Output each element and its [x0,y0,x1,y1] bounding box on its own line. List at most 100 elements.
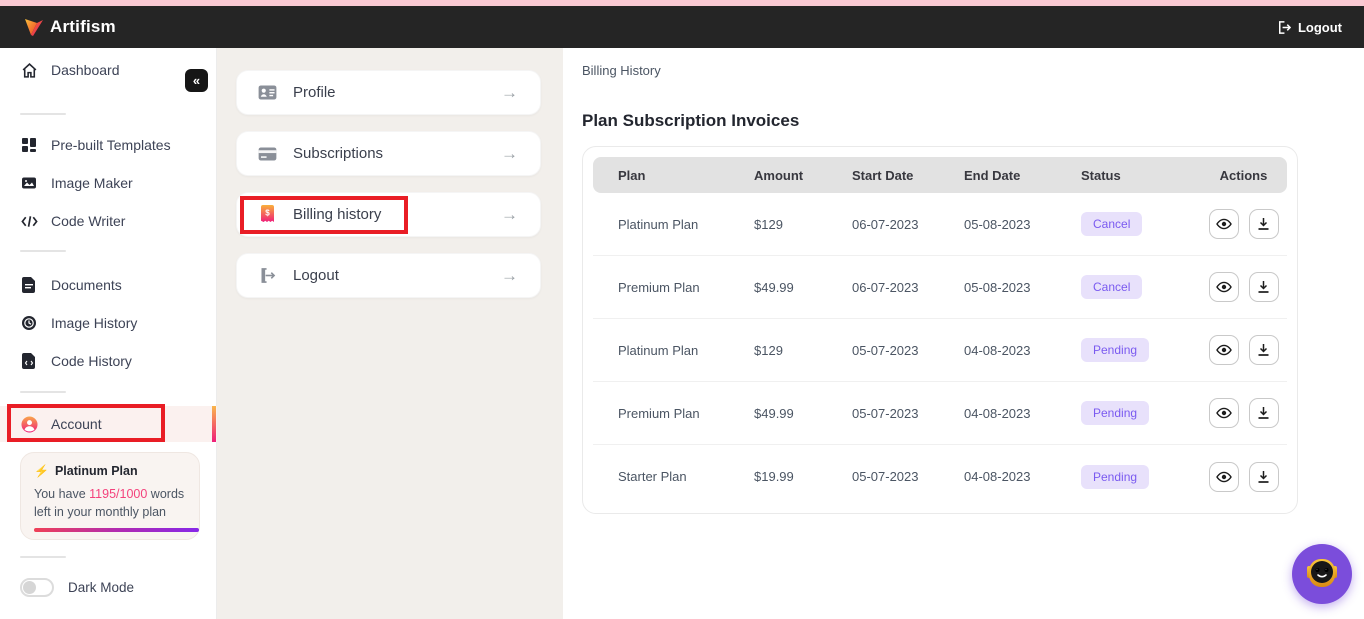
dark-mode-toggle[interactable] [20,578,54,597]
paper-plane-logo-icon [25,19,43,36]
cell-actions [1198,398,1289,428]
cell-start-date: 06-07-2023 [852,216,919,232]
table-row: Platinum Plan $129 06-07-2023 05-08-2023… [593,193,1287,256]
robot-icon [1307,559,1337,587]
sidebar-item-account[interactable]: Account [20,412,102,436]
table-row: Premium Plan $49.99 06-07-2023 05-08-202… [593,256,1287,319]
main-content: Billing History Plan Subscription Invoic… [563,48,1364,619]
cell-actions [1198,209,1289,239]
cell-status: Pending [1081,464,1198,489]
document-icon [20,276,38,294]
cell-amount: $19.99 [754,469,794,484]
cell-end-date: 04-08-2023 [964,342,1031,358]
cell-amount: $129 [754,216,783,232]
eye-icon [1215,281,1232,293]
cell-status: Pending [1081,338,1198,362]
brand-logo[interactable]: Artifism [22,14,116,40]
cell-plan: Premium Plan [618,279,700,295]
divider [20,391,66,393]
download-icon [1258,281,1269,293]
sidebar-item-image-maker[interactable]: Image Maker [20,171,133,195]
menu-item-subscriptions[interactable]: Subscriptions → [236,131,541,176]
table-row: Premium Plan $49.99 05-07-2023 04-08-202… [593,382,1287,445]
cell-start-date: 05-07-2023 [852,405,919,421]
view-invoice-button[interactable] [1208,335,1239,365]
menu-item-label: Logout [293,267,339,284]
download-invoice-button[interactable] [1248,335,1279,365]
image-icon [20,174,38,192]
sidebar-item-documents[interactable]: Documents [20,273,122,297]
download-invoice-button[interactable] [1248,209,1279,239]
chatbot-button[interactable] [1292,544,1352,604]
menu-item-billing-history[interactable]: $ Billing history → [236,192,541,237]
cell-status: Pending [1081,401,1198,425]
status-badge: Cancel [1081,275,1143,299]
column-header: Actions [1219,167,1268,183]
column-header: Amount [754,167,804,183]
sidebar-item-label: Code History [51,353,132,369]
topbar: Artifism Logout [0,6,1364,48]
column-header: Status [1081,167,1121,183]
chevrons-left-icon: « [192,73,201,88]
usage-value: 1195/1000 [89,487,148,501]
menu-item-label: Profile [293,84,336,101]
cell-plan: Premium Plan [618,405,700,421]
download-invoice-button[interactable] [1248,272,1279,302]
arrow-right-icon: → [501,204,518,224]
eye-icon [1215,218,1232,230]
credit-card-icon [257,144,277,164]
logout-door-icon [257,266,277,286]
plan-name: Platinum Plan [54,464,138,478]
view-invoice-button[interactable] [1208,461,1239,492]
topbar-logout-label: Logout [1297,19,1342,35]
arrow-right-icon: → [501,82,518,102]
invoices-table: Plan Amount Start Date End Date Status Action… [582,146,1298,514]
divider [20,250,66,252]
cell-amount: $49.99 [754,279,794,295]
sidebar-item-code-writer[interactable]: Code Writer [20,209,125,233]
topbar-logout-button[interactable]: Logout [1276,20,1342,35]
billing-history-page: Artifism Logout Dashboard « Pre-built Te… [0,0,1364,619]
cell-end-date: 05-08-2023 [964,216,1031,232]
sidebar-item-dashboard[interactable]: Dashboard [20,58,120,82]
status-badge: Pending [1081,401,1150,425]
cell-end-date: 04-08-2023 [964,405,1031,421]
breadcrumb: Billing History [582,63,661,78]
sidebar: Dashboard « Pre-built Templates Image Ma… [0,48,218,619]
id-card-icon [257,83,277,103]
cell-end-date: 05-08-2023 [964,279,1031,295]
collapse-sidebar-button[interactable]: « [185,69,208,92]
eye-icon [1215,407,1232,419]
table-header-row: Plan Amount Start Date End Date Status Action… [593,157,1287,193]
cell-actions [1198,335,1289,365]
history-clock-icon [20,314,38,332]
cell-amount: $129 [754,342,783,358]
arrow-right-icon: → [501,265,518,285]
menu-item-profile[interactable]: Profile → [236,70,541,115]
dark-mode-control: Dark Mode [20,578,134,597]
code-icon [20,212,38,230]
account-active-indicator [212,406,216,442]
menu-item-logout[interactable]: Logout → [236,253,541,298]
view-invoice-button[interactable] [1208,272,1239,302]
cell-start-date: 05-07-2023 [852,469,919,484]
divider [20,113,66,115]
sidebar-item-label: Documents [51,277,122,293]
arrow-right-icon: → [501,143,518,163]
sidebar-item-image-history[interactable]: Image History [20,311,137,335]
download-invoice-button[interactable] [1248,398,1279,428]
download-invoice-button[interactable] [1248,461,1279,492]
divider [20,556,66,558]
logout-icon [1278,20,1291,34]
cell-start-date: 05-07-2023 [852,342,919,358]
account-menu-panel: Profile → Subscriptions → $ Billing hist… [217,48,563,619]
dark-mode-label: Dark Mode [68,580,135,595]
view-invoice-button[interactable] [1208,398,1239,428]
sidebar-item-prebuilt-templates[interactable]: Pre-built Templates [20,133,171,157]
brand-name: Artifism [50,17,116,36]
cell-plan: Platinum Plan [618,216,699,232]
sidebar-item-code-history[interactable]: Code History [20,349,132,373]
view-invoice-button[interactable] [1208,209,1239,239]
templates-grid-icon [20,136,38,154]
cell-actions [1198,461,1289,492]
